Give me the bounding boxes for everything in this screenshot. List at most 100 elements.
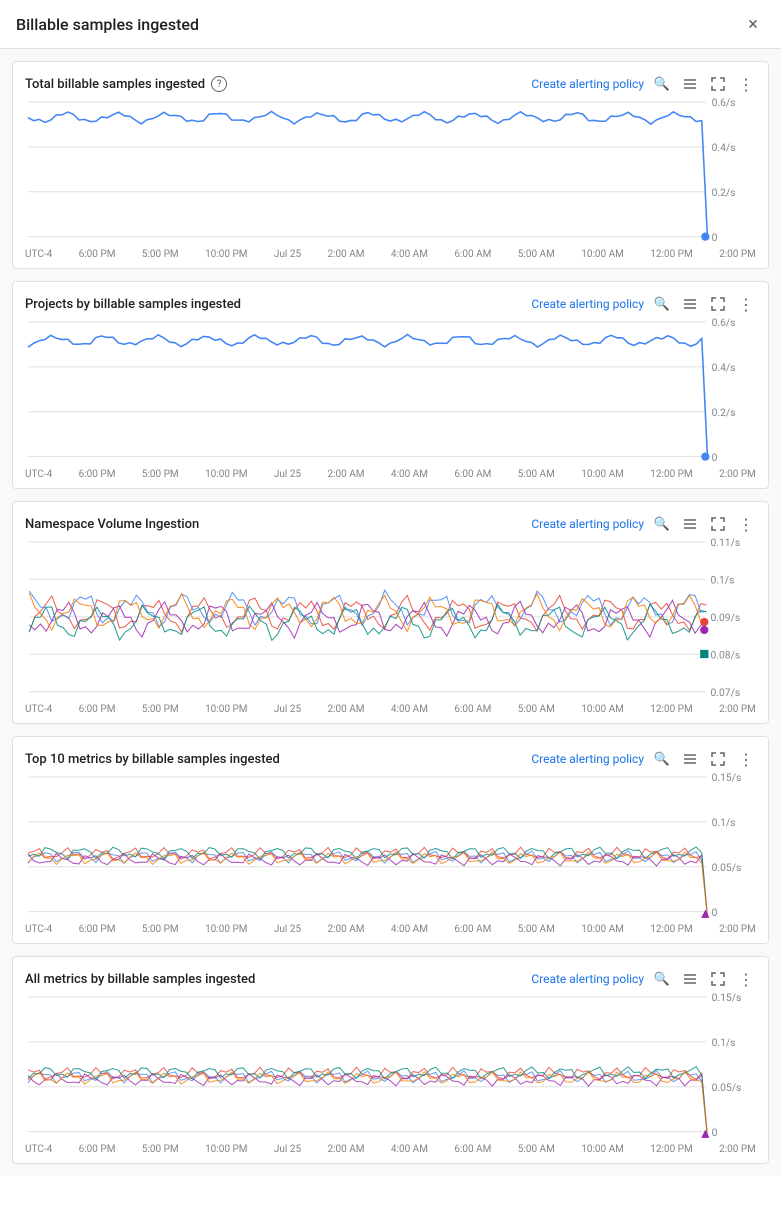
x-axis-label: 12:00 PM — [650, 469, 692, 480]
x-axis-label: 2:00 PM — [719, 469, 756, 480]
legend-icon[interactable] — [680, 969, 700, 989]
info-icon[interactable]: ? — [211, 76, 227, 92]
fullscreen-icon[interactable] — [708, 74, 728, 94]
x-axis-label: 6:00 PM — [79, 249, 116, 260]
x-axis-label: UTC-4 — [25, 1144, 52, 1155]
x-axis-label: 6:00 PM — [79, 704, 116, 715]
x-axis-label: UTC-4 — [25, 249, 52, 260]
chart-title-1: Total billable samples ingested — [25, 77, 205, 92]
chart-header-1: Total billable samples ingested? Create a… — [13, 74, 768, 102]
fullscreen-icon[interactable] — [708, 749, 728, 769]
more-icon[interactable]: ⋮ — [736, 74, 756, 94]
x-axis-label: 2:00 AM — [327, 469, 364, 480]
x-axis-label: 10:00 AM — [581, 704, 624, 715]
svg-text:0: 0 — [712, 451, 718, 464]
x-axis-label: 12:00 PM — [650, 924, 692, 935]
x-axis-2: UTC-46:00 PM5:00 PM10:00 PMJul 252:00 AM… — [13, 467, 768, 488]
legend-icon[interactable] — [680, 749, 700, 769]
x-axis-1: UTC-4 6:00 PM 5:00 PM 10:00 PM Jul 25 2:00 AM… — [13, 247, 768, 268]
search-icon[interactable]: 🔍 — [652, 749, 672, 769]
fullscreen-icon[interactable] — [708, 969, 728, 989]
create-alert-link-5[interactable]: Create alerting policy — [531, 972, 644, 986]
x-axis-label: 4:00 AM — [391, 249, 428, 260]
create-alert-link-3[interactable]: Create alerting policy — [531, 517, 644, 531]
x-axis-label: Jul 25 — [274, 249, 301, 260]
x-axis-label: 2:00 PM — [719, 1144, 756, 1155]
svg-text:0.6/s: 0.6/s — [712, 316, 736, 329]
x-axis-label: 10:00 AM — [581, 469, 624, 480]
x-axis-label: 10:00 AM — [581, 249, 624, 260]
x-axis-label: 2:00 PM — [719, 704, 756, 715]
x-axis-label: 12:00 PM — [650, 1144, 692, 1155]
x-axis-label: 2:00 AM — [327, 249, 364, 260]
x-axis-label: 6:00 AM — [454, 469, 491, 480]
svg-text:0.1/s: 0.1/s — [712, 816, 736, 829]
svg-text:0.6/s: 0.6/s — [712, 96, 736, 109]
chart-card-3: Namespace Volume IngestionCreate alertin… — [12, 501, 769, 724]
legend-icon[interactable] — [680, 74, 700, 94]
search-icon[interactable]: 🔍 — [652, 969, 672, 989]
search-icon[interactable]: 🔍 — [652, 74, 672, 94]
chart-card-1: Total billable samples ingested? Create a… — [12, 61, 769, 269]
fullscreen-icon[interactable] — [708, 514, 728, 534]
create-alert-link-1[interactable]: Create alerting policy — [531, 77, 644, 91]
svg-text:0.2/s: 0.2/s — [712, 406, 736, 419]
x-axis-label: 6:00 AM — [454, 1144, 491, 1155]
charts-container: Total billable samples ingested? Create a… — [0, 49, 781, 1176]
x-axis-label: 2:00 AM — [327, 704, 364, 715]
svg-text:0.09/s: 0.09/s — [710, 611, 740, 624]
close-button[interactable]: × — [741, 12, 765, 36]
fullscreen-icon[interactable] — [708, 294, 728, 314]
x-axis-label: 2:00 PM — [719, 924, 756, 935]
svg-text:0.4/s: 0.4/s — [712, 141, 736, 154]
x-axis-label: 4:00 AM — [391, 1144, 428, 1155]
legend-icon[interactable] — [680, 514, 700, 534]
more-icon[interactable]: ⋮ — [736, 749, 756, 769]
x-axis-3: UTC-46:00 PM5:00 PM10:00 PMJul 252:00 AM… — [13, 702, 768, 723]
svg-text:0.2/s: 0.2/s — [712, 186, 736, 199]
svg-text:0.15/s: 0.15/s — [712, 771, 742, 784]
x-axis-label: 6:00 AM — [454, 249, 491, 260]
x-axis-label: 10:00 PM — [205, 469, 247, 480]
svg-text:0.05/s: 0.05/s — [712, 1081, 742, 1094]
svg-text:0.1/s: 0.1/s — [710, 574, 734, 587]
x-axis-label: UTC-4 — [25, 469, 52, 480]
x-axis-label: 5:00 PM — [142, 249, 179, 260]
svg-text:0.08/s: 0.08/s — [710, 648, 740, 661]
legend-icon[interactable] — [680, 294, 700, 314]
x-axis-label: Jul 25 — [274, 469, 301, 480]
x-axis-label: 4:00 AM — [391, 704, 428, 715]
x-axis-label: Jul 25 — [274, 924, 301, 935]
more-icon[interactable]: ⋮ — [736, 294, 756, 314]
create-alert-link-2[interactable]: Create alerting policy — [531, 297, 644, 311]
x-axis-label: 6:00 AM — [454, 924, 491, 935]
x-axis-label: 5:00 PM — [142, 924, 179, 935]
chart-header-3: Namespace Volume IngestionCreate alertin… — [13, 514, 768, 542]
chart-title-4: Top 10 metrics by billable samples inges… — [25, 752, 280, 767]
x-axis-label: 10:00 PM — [205, 924, 247, 935]
svg-text:0.07/s: 0.07/s — [710, 686, 740, 699]
chart-svg-wrap-3: 0.11/s0.1/s0.09/s0.08/s0.07/s — [25, 542, 756, 702]
x-axis-label: 6:00 PM — [79, 924, 116, 935]
search-icon[interactable]: 🔍 — [652, 514, 672, 534]
chart-title-5: All metrics by billable samples ingested — [25, 972, 255, 987]
x-axis-label: 5:00 PM — [142, 469, 179, 480]
create-alert-link-4[interactable]: Create alerting policy — [531, 752, 644, 766]
chart-header-2: Projects by billable samples ingestedCre… — [13, 294, 768, 322]
x-axis-label: 10:00 PM — [205, 249, 247, 260]
more-icon[interactable]: ⋮ — [736, 514, 756, 534]
chart-card-4: Top 10 metrics by billable samples inges… — [12, 736, 769, 944]
search-icon[interactable]: 🔍 — [652, 294, 672, 314]
chart-card-2: Projects by billable samples ingestedCre… — [12, 281, 769, 489]
x-axis-label: 2:00 AM — [327, 924, 364, 935]
x-axis-label: 6:00 AM — [454, 704, 491, 715]
x-axis-label: 12:00 PM — [650, 704, 692, 715]
x-axis-4: UTC-46:00 PM5:00 PM10:00 PMJul 252:00 AM… — [13, 922, 768, 943]
x-axis-label: 2:00 PM — [719, 249, 756, 260]
svg-text:0.15/s: 0.15/s — [712, 991, 742, 1004]
chart-svg-wrap-4: 0.15/s0.1/s0.05/s0 — [25, 777, 756, 922]
x-axis-label: 5:00 PM — [142, 1144, 179, 1155]
dialog-title: Billable samples ingested — [16, 15, 199, 34]
more-icon[interactable]: ⋮ — [736, 969, 756, 989]
x-axis-label: 2:00 AM — [327, 1144, 364, 1155]
